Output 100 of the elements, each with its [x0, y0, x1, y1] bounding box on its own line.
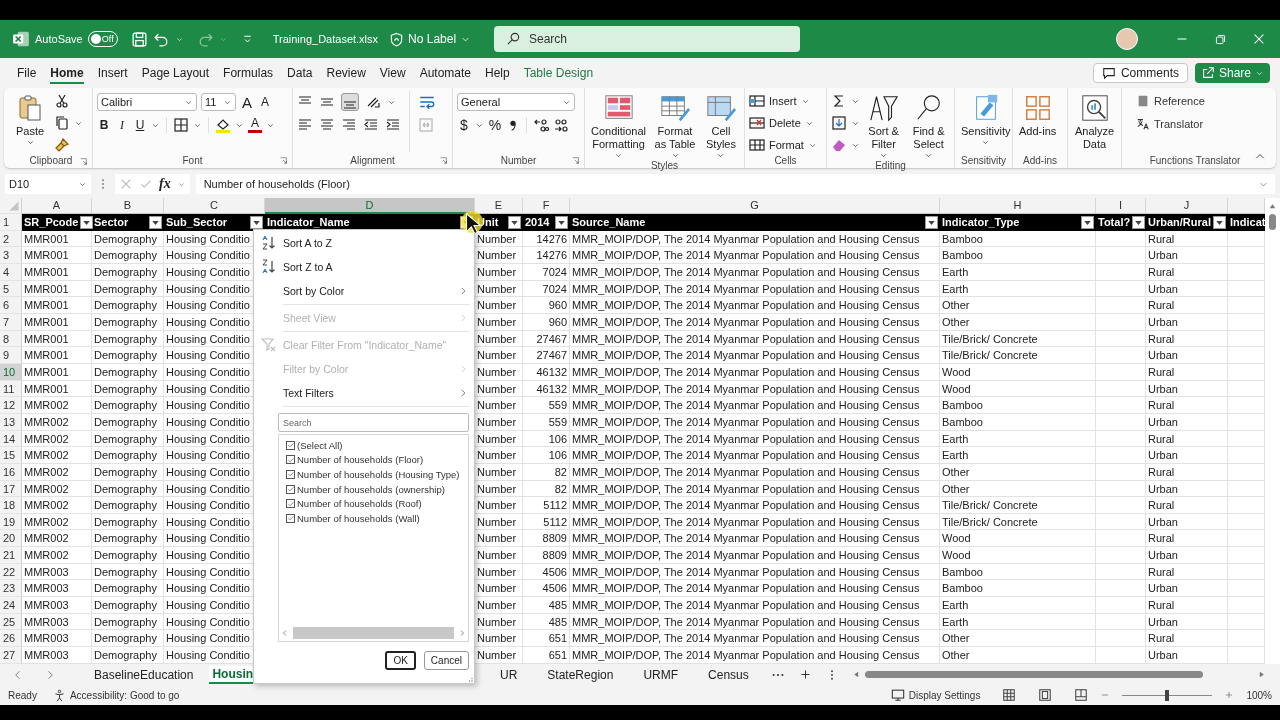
sheet-tab[interactable]: BaselineEducation: [86, 666, 202, 683]
checkbox-label[interactable]: (Select All): [297, 439, 343, 451]
dialog-launcher-icon[interactable]: [79, 157, 88, 166]
paste-button[interactable]: Paste: [14, 91, 47, 147]
checkbox-label[interactable]: Number of households (ownership): [297, 483, 445, 495]
ok-button[interactable]: OK: [385, 651, 416, 670]
page-break-icon[interactable]: [1074, 688, 1089, 702]
row-header[interactable]: 15: [0, 447, 22, 464]
checkbox[interactable]: [286, 455, 295, 465]
font-field[interactable]: Calibri: [97, 93, 197, 111]
checkbox[interactable]: [286, 499, 295, 509]
sensitivity-button[interactable]: Sensitivity: [959, 91, 1013, 147]
row-header[interactable]: 23: [0, 580, 22, 598]
increase-indent-icon[interactable]: [385, 117, 401, 133]
menu-tab[interactable]: Page Layout: [134, 62, 217, 84]
scrollbar-thumb[interactable]: [1269, 214, 1276, 230]
percent-button[interactable]: %: [488, 117, 502, 133]
align-left-icon[interactable]: [297, 117, 313, 133]
normal-view-icon[interactable]: [1002, 688, 1017, 702]
dialog-launcher-icon[interactable]: [439, 156, 448, 165]
sheet-tab[interactable]: Census: [700, 666, 757, 683]
save-icon[interactable]: [130, 30, 148, 48]
checkbox-label[interactable]: Number of households (Wall): [297, 512, 420, 524]
row-header[interactable]: 12: [0, 397, 22, 414]
row-header[interactable]: 1: [0, 214, 22, 231]
currency-button[interactable]: $: [457, 117, 471, 133]
cell-styles-button[interactable]: Cell Styles: [701, 91, 740, 160]
cells-button[interactable]: Insert: [749, 93, 817, 109]
decrease-indent-icon[interactable]: [363, 117, 379, 133]
center-icon[interactable]: [319, 117, 335, 133]
sensitivity-label-button[interactable]: No Label: [389, 31, 472, 47]
decrease-decimal-icon[interactable]: [553, 117, 569, 133]
add-ins-button[interactable]: Add-ins: [1017, 91, 1059, 138]
menu-tab[interactable]: Table Design: [516, 62, 601, 84]
checkbox-label[interactable]: Number of households (Roof): [297, 498, 422, 510]
row-header[interactable]: 20: [0, 530, 22, 548]
insert-function-button[interactable]: fx: [159, 176, 171, 192]
row-header[interactable]: 3: [0, 247, 22, 264]
font-color-button[interactable]: A: [248, 117, 262, 133]
filter-button[interactable]: [80, 215, 94, 229]
filter-button[interactable]: [555, 215, 568, 229]
menu-tab[interactable]: Help: [478, 62, 517, 84]
increase-font-button[interactable]: A: [240, 93, 254, 111]
menu-tab[interactable]: Automate: [412, 62, 478, 84]
align-right-icon[interactable]: [341, 117, 357, 133]
filter-button[interactable]: [925, 215, 938, 229]
filter-button[interactable]: [149, 215, 162, 229]
filter-button[interactable]: [1132, 215, 1146, 229]
dialog-launcher-icon[interactable]: [279, 156, 288, 165]
decrease-font-button[interactable]: A: [258, 95, 272, 109]
copy-icon[interactable]: [54, 115, 71, 131]
scroll-right-icon[interactable]: [1257, 670, 1266, 679]
page-layout-icon[interactable]: [1038, 688, 1053, 702]
column-header[interactable]: C: [164, 198, 265, 214]
cells-button[interactable]: Delete: [749, 115, 817, 131]
menu-tab[interactable]: Insert: [90, 62, 135, 84]
font-size-field[interactable]: 11: [201, 93, 236, 111]
zoom-level[interactable]: 100%: [1246, 689, 1272, 701]
column-header[interactable]: I: [1096, 198, 1146, 214]
borders-icon[interactable]: [173, 117, 189, 133]
translator-button[interactable]: Reference: [1136, 94, 1205, 108]
column-header[interactable]: H: [940, 198, 1096, 214]
increase-decimal-icon[interactable]: [533, 117, 549, 133]
align-bottom-icon[interactable]: [341, 93, 359, 111]
filter-button[interactable]: [1213, 215, 1226, 229]
menu-tab[interactable]: View: [372, 62, 413, 84]
cells-button[interactable]: Format: [749, 137, 817, 153]
cancel-button[interactable]: Cancel: [423, 651, 469, 670]
row-header[interactable]: 6: [0, 297, 22, 314]
conditional-formatting-button[interactable]: Conditional Formatting: [589, 91, 649, 160]
cut-icon[interactable]: [54, 93, 71, 109]
row-header[interactable]: 26: [0, 630, 22, 648]
sheet-tab[interactable]: StateRegion: [539, 666, 622, 683]
filter-button[interactable]: [250, 215, 263, 229]
italic-button[interactable]: I: [115, 117, 129, 133]
menu-tab[interactable]: File: [10, 62, 44, 84]
close-icon[interactable]: [1252, 32, 1266, 46]
fill-color-icon[interactable]: [215, 117, 231, 133]
column-header[interactable]: F: [523, 198, 570, 214]
menu-tab[interactable]: Data: [280, 62, 320, 84]
checkbox[interactable]: [286, 484, 295, 494]
checkbox-label[interactable]: Number of households (Floor): [297, 454, 424, 466]
checkbox[interactable]: [286, 440, 295, 450]
column-header[interactable]: E: [475, 198, 523, 214]
row-header[interactable]: 18: [0, 497, 22, 514]
display-settings-button[interactable]: Display Settings: [890, 688, 981, 702]
eraser-icon[interactable]: [831, 137, 847, 153]
scrollbar-thumb[interactable]: [293, 627, 454, 639]
comments-button[interactable]: Comments: [1092, 63, 1188, 83]
format-painter-icon[interactable]: [54, 137, 71, 153]
fill-down-icon[interactable]: [831, 115, 847, 131]
menu-tab[interactable]: Home: [43, 62, 91, 84]
menu-tab[interactable]: Formulas: [216, 62, 281, 84]
number-format-field[interactable]: General: [457, 93, 575, 111]
sort-filter-button[interactable]: Sort & Filter: [864, 91, 904, 160]
search-field[interactable]: Search: [494, 26, 800, 52]
translator-button[interactable]: Translator: [1136, 117, 1205, 131]
scroll-up-icon[interactable]: [1268, 202, 1277, 211]
search-field[interactable]: Search: [278, 413, 469, 432]
checkbox[interactable]: [286, 513, 295, 523]
